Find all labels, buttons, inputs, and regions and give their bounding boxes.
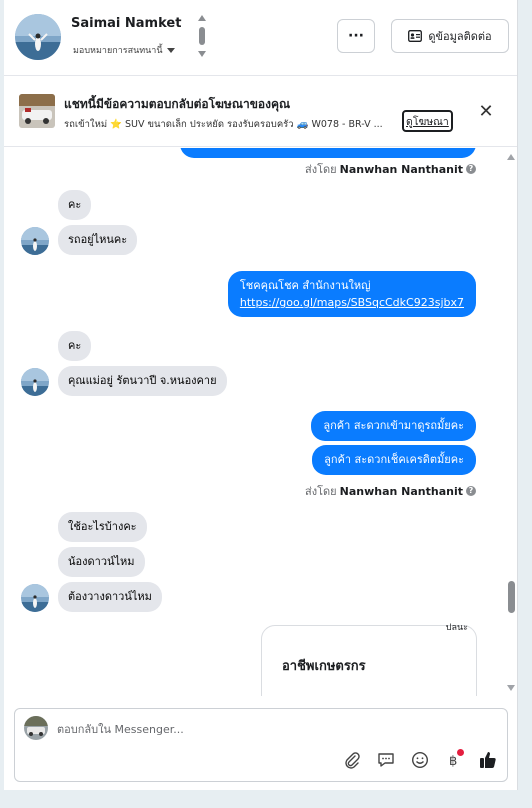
message-list[interactable]: ส่งโดย Nanwhan Nanthanit ? คะ รถอยู่ไหนค…	[4, 148, 517, 696]
incoming-message: คุณแม่อยู่ รัตนวาปี จ.หนองคาย	[58, 366, 227, 396]
ad-description: รถเข้าใหม่ ⭐ SUV ขนาดเล็ก ประหยัด รองรับ…	[64, 119, 383, 130]
contact-avatar[interactable]	[15, 14, 61, 60]
outgoing-message-partial	[180, 148, 476, 158]
message-composer: ฿	[14, 708, 508, 782]
sent-by-label: ส่งโดย	[305, 163, 337, 176]
caret-down-icon	[166, 47, 175, 53]
contact-avatar-small	[21, 227, 49, 255]
paperclip-icon[interactable]	[341, 749, 363, 771]
scroll-down-arrow-icon[interactable]	[507, 685, 515, 691]
incoming-message: ต้องวางดาวน์ไหม	[58, 582, 162, 612]
scroll-up-arrow-icon[interactable]	[507, 154, 515, 160]
ad-banner-title: แชทนี้มีข้อความตอบกลับต่อโฆษณาของคุณ	[64, 97, 291, 111]
page-avatar	[24, 716, 48, 740]
chat-scrollbar[interactable]	[504, 148, 517, 696]
scrollbar-thumb[interactable]	[508, 581, 515, 613]
ad-reply-banner: แชทนี้มีข้อความตอบกลับต่อโฆษณาของคุณ รถเ…	[4, 77, 517, 147]
view-contact-label: ดูข้อมูลติดต่อ	[428, 30, 492, 43]
assign-conversation-dropdown[interactable]: มอบหมายการสนทนานี้	[73, 43, 175, 57]
contact-name: Saimai Namket	[71, 16, 182, 31]
incoming-message: คะ	[58, 331, 92, 361]
maps-link[interactable]: https://goo.gl/maps/SBSqcCdkC923sjbx7	[240, 296, 464, 309]
sender-name: Nanwhan Nanthanit	[339, 484, 463, 498]
composer-toolbar: ฿	[341, 749, 499, 771]
outgoing-message: โชคคุณโชค สำนักงานใหญ่ https://goo.gl/ma…	[227, 271, 476, 317]
notification-dot	[457, 749, 464, 756]
form-response-card: ปลนะ อาชีพเกษตรกร	[261, 623, 477, 696]
card-title: อาชีพเกษตรกร	[282, 659, 366, 674]
outgoing-line: โชคคุณโชค สำนักงานใหญ่	[239, 279, 371, 292]
drag-handle-icon[interactable]	[196, 13, 208, 61]
contact-avatar-small	[21, 584, 49, 612]
sent-by-label: ส่งโดย	[305, 485, 337, 498]
card-partial-text: ปลนะ	[445, 623, 468, 633]
ad-thumbnail	[19, 94, 55, 128]
outgoing-message: ลูกค้า สะดวกเช็คเครดิตมั้ยคะ	[312, 445, 476, 475]
view-ad-link[interactable]: ดูโฆษณา	[402, 110, 453, 132]
chat-bubble-icon[interactable]	[375, 749, 397, 771]
sender-name: Nanwhan Nanthanit	[339, 162, 463, 176]
baht-icon[interactable]: ฿	[443, 749, 465, 771]
incoming-message: คะ	[58, 190, 92, 220]
incoming-message: รถอยู่ไหนคะ	[58, 225, 138, 255]
close-icon[interactable]: ✕	[476, 102, 496, 122]
thumbs-up-icon[interactable]	[477, 749, 499, 771]
conversation-header: Saimai Namket มอบหมายการสนทนานี้ ··· ดูข…	[4, 0, 517, 76]
more-label: ···	[348, 28, 364, 44]
more-options-button[interactable]: ···	[337, 19, 375, 53]
info-icon[interactable]: ?	[466, 486, 476, 496]
sent-by-line: ส่งโดย Nanwhan Nanthanit ?	[305, 482, 476, 500]
sent-by-line: ส่งโดย Nanwhan Nanthanit ?	[305, 160, 476, 178]
contact-card-icon	[408, 30, 423, 42]
assign-label: มอบหมายการสนทนานี้	[73, 46, 163, 56]
incoming-message: น้องดาวน์ไหม	[58, 547, 145, 577]
reply-input[interactable]	[57, 718, 357, 740]
info-icon[interactable]: ?	[466, 164, 476, 174]
contact-avatar-small	[21, 368, 49, 396]
conversation-panel: Saimai Namket มอบหมายการสนทนานี้ ··· ดูข…	[4, 0, 518, 790]
view-contact-button[interactable]: ดูข้อมูลติดต่อ	[391, 19, 509, 53]
svg-text:฿: ฿	[449, 754, 457, 769]
outgoing-message: ลูกค้า สะดวกเข้ามาดูรถมั้ยคะ	[311, 411, 476, 441]
incoming-message: ใช้อะไรบ้างคะ	[58, 512, 147, 542]
smiley-icon[interactable]	[409, 749, 431, 771]
